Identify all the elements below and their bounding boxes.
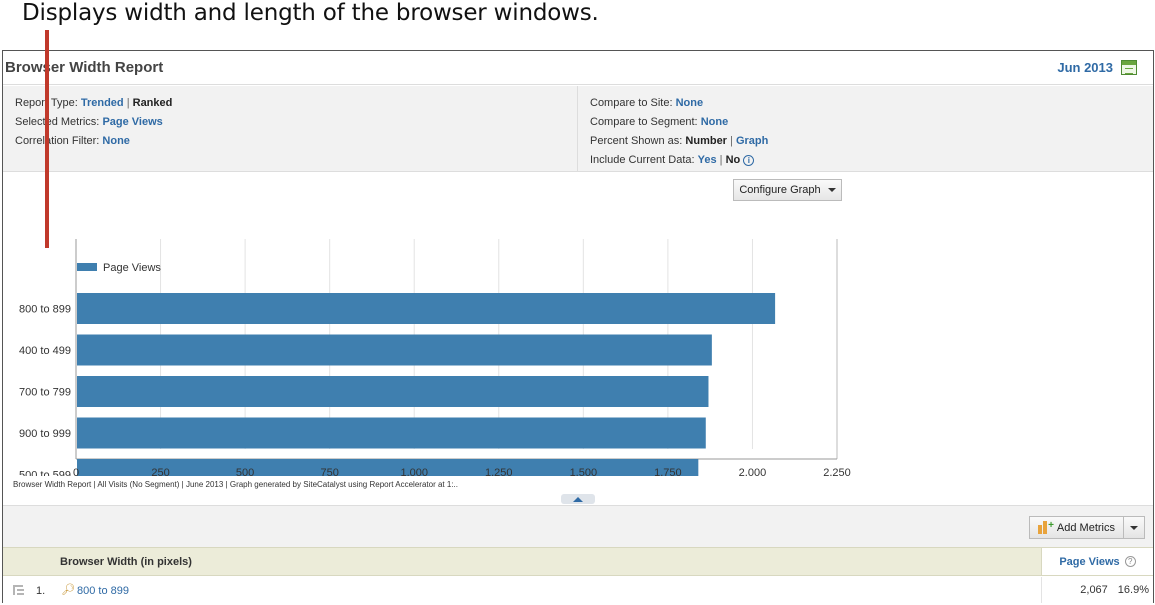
period-selector[interactable]: Jun 2013 xyxy=(1057,60,1137,75)
annotation-caption: Displays width and length of the browser… xyxy=(22,0,599,26)
configure-graph-button[interactable]: Configure Graph xyxy=(733,179,842,201)
separator: | xyxy=(126,97,130,109)
report-type-ranked: Ranked xyxy=(132,97,173,109)
x-tick-label: 500 xyxy=(236,467,254,476)
x-tick-label: 750 xyxy=(320,467,338,476)
include-current-label: Include Current Data: xyxy=(590,154,695,166)
correlation-filter-label: Correlation Filter: xyxy=(15,135,100,147)
percent-graph-link[interactable]: Graph xyxy=(736,135,768,147)
add-metrics-control: + Add Metrics xyxy=(1028,516,1145,539)
x-tick-label: 1,250 xyxy=(485,467,513,476)
bar xyxy=(77,459,699,476)
report-settings-panel: Report Type: Trended | Ranked Selected M… xyxy=(3,86,1153,172)
report-title: Browser Width Report xyxy=(5,59,164,76)
selected-metrics-link[interactable]: Page Views xyxy=(102,116,162,128)
settings-left: Report Type: Trended | Ranked Selected M… xyxy=(3,86,578,171)
row-metric-percent: 16.9% xyxy=(1117,584,1149,596)
metric-column-label[interactable]: Page Views xyxy=(1059,556,1119,568)
metric-column-header[interactable]: Page Views ? xyxy=(1041,548,1153,575)
chevron-down-icon xyxy=(1130,525,1138,530)
chevron-up-icon xyxy=(573,496,583,502)
percent-number: Number xyxy=(685,135,727,147)
add-metrics-dropdown[interactable] xyxy=(1124,517,1144,538)
help-icon[interactable]: ? xyxy=(1124,556,1136,567)
selected-metrics-label: Selected Metrics: xyxy=(15,116,100,128)
dimension-column-header[interactable]: Browser Width (in pixels) xyxy=(60,556,192,568)
add-metrics-label: Add Metrics xyxy=(1056,521,1115,534)
x-tick-label: 1,750 xyxy=(654,467,682,476)
percent-shown-label: Percent Shown as: xyxy=(590,135,683,147)
x-tick-label: 2,000 xyxy=(739,467,767,476)
compare-site-row: Compare to Site: None xyxy=(590,94,1141,113)
period-label[interactable]: Jun 2013 xyxy=(1057,60,1113,75)
report-type-trended-link[interactable]: Trended xyxy=(81,97,124,109)
y-tick-label: 800 to 899 xyxy=(19,304,71,316)
add-metrics-icon: + xyxy=(1037,520,1054,534)
search-icon[interactable]: 🔎︎ xyxy=(61,583,75,596)
include-current-row: Include Current Data: Yes | No i xyxy=(590,151,1141,170)
y-tick-label: 700 to 799 xyxy=(19,387,71,399)
include-current-yes-link[interactable]: Yes xyxy=(698,154,717,166)
chart-footnote: Browser Width Report | All Visits (No Se… xyxy=(13,480,458,489)
bar xyxy=(77,417,706,449)
x-tick-label: 250 xyxy=(151,467,169,476)
y-tick-label: 400 to 499 xyxy=(19,345,71,357)
annotation-callout-line xyxy=(45,30,49,248)
bar-chart: Page Views 800 to 899 400 to 499 700 to 799… xyxy=(19,239,851,477)
row-dimension-link[interactable]: 800 to 899 xyxy=(77,585,129,597)
compare-segment-row: Compare to Segment: None xyxy=(590,113,1141,132)
y-tick-label: 500 to 599 xyxy=(19,470,71,477)
table-row: 1. 🔎︎ 800 to 899 2,067 16.9% xyxy=(3,577,1153,603)
legend-label: Page Views xyxy=(103,262,161,274)
x-tick-label: 2,250 xyxy=(823,467,851,476)
bar xyxy=(77,293,776,324)
row-metric-value: 2,067 xyxy=(1080,584,1108,596)
separator: | xyxy=(730,135,733,147)
correlation-filter-link[interactable]: None xyxy=(102,135,130,147)
chevron-down-icon xyxy=(827,188,836,192)
compare-site-label: Compare to Site: xyxy=(590,97,673,109)
table-header: Browser Width (in pixels) Page Views ? xyxy=(3,547,1153,576)
calendar-icon[interactable] xyxy=(1121,60,1137,75)
legend-swatch xyxy=(77,263,97,271)
report-type-row: Report Type: Trended | Ranked xyxy=(15,94,565,113)
report-header: Browser Width Report Jun 2013 xyxy=(3,51,1153,85)
separator: | xyxy=(719,154,723,166)
table-toolbar: + Add Metrics xyxy=(3,505,1153,547)
row-rank: 1. xyxy=(36,585,46,597)
x-tick-label: 1,000 xyxy=(400,467,428,476)
correlation-filter-row: Correlation Filter: None xyxy=(15,132,565,151)
x-tick-label: 1,500 xyxy=(570,467,598,476)
percent-shown-row: Percent Shown as: Number | Graph xyxy=(590,132,1141,151)
settings-right: Compare to Site: None Compare to Segment… xyxy=(578,86,1153,171)
add-metrics-button[interactable]: + Add Metrics xyxy=(1030,517,1124,538)
bar xyxy=(77,334,712,366)
bar xyxy=(77,376,709,407)
selected-metrics-row: Selected Metrics: Page Views xyxy=(15,113,565,132)
y-tick-label: 900 to 999 xyxy=(19,428,71,440)
compare-site-link[interactable]: None xyxy=(676,97,704,109)
info-icon[interactable]: i xyxy=(743,154,755,166)
compare-segment-link[interactable]: None xyxy=(701,116,729,128)
report-panel: Browser Width Report Jun 2013 Report Typ… xyxy=(2,50,1154,603)
x-tick-label: 0 xyxy=(73,467,79,476)
breakdown-tree-icon[interactable] xyxy=(13,585,24,595)
compare-segment-label: Compare to Segment: xyxy=(590,116,698,128)
row-metric-cell: 2,067 16.9% xyxy=(1041,577,1153,603)
include-current-no: No xyxy=(725,154,741,166)
configure-graph-label: Configure Graph xyxy=(739,184,821,196)
collapse-chart-handle[interactable] xyxy=(561,494,595,504)
